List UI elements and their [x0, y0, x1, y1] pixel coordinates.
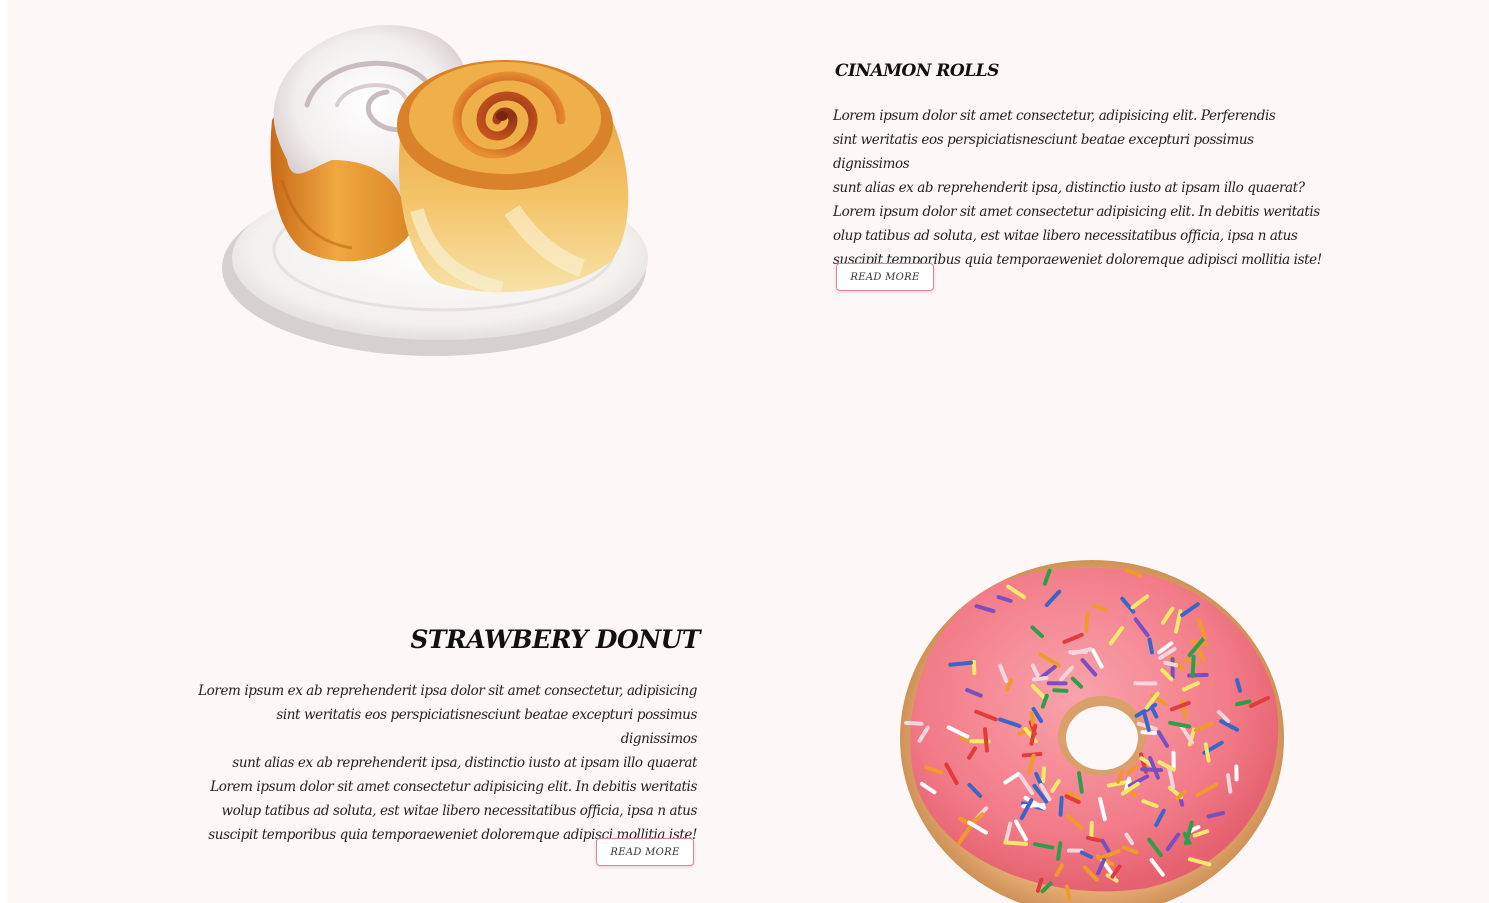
sprinkle — [1041, 766, 1046, 784]
sprinkle — [1056, 841, 1063, 861]
strawberry-donut-title: STRAWBERY DONUT — [410, 625, 700, 654]
sprinkle — [1084, 611, 1090, 633]
description-line: sunt alias ex ab reprehenderit ipsa, dis… — [232, 755, 697, 771]
sprinkle — [1029, 710, 1036, 727]
description-line: sint weritatis eos perspiciatisnesciunt … — [276, 707, 697, 747]
cinnamon-rolls-read-more-button[interactable]: READ MORE — [836, 263, 934, 291]
sprinkle — [1147, 637, 1154, 655]
strawberry-donut-image — [900, 560, 1284, 903]
sprinkle — [1163, 660, 1179, 668]
sprinkle — [1064, 884, 1072, 901]
description-line: Lorem ipsum dolor sit amet consectetur a… — [210, 779, 697, 795]
description-line: Lorem ipsum dolor sit amet consectetur, … — [833, 108, 1276, 124]
description-line: Lorem ipsum dolor sit amet consectetur a… — [833, 204, 1320, 220]
sprinkle — [983, 727, 989, 753]
sprinkle — [948, 660, 973, 667]
description-line: sint weritatis eos perspiciatisnesciunt … — [833, 132, 1254, 172]
description-line: sunt alias ex ab reprehenderit ipsa, dis… — [833, 180, 1305, 196]
sprinkle — [1190, 654, 1196, 679]
cinnamon-rolls-image — [222, 25, 648, 356]
sprinkle — [1226, 773, 1233, 794]
sprinkle — [1077, 771, 1084, 794]
sprinkle — [1085, 835, 1102, 843]
page-container: CINAMON ROLLS Lorem ipsum dolor sit amet… — [7, 0, 1489, 903]
sprinkle — [1031, 676, 1049, 682]
sprinkle — [1003, 840, 1028, 846]
sprinkle — [1235, 699, 1252, 707]
cinnamon-rolls-title: CINAMON ROLLS — [835, 61, 999, 81]
sprinkle — [1058, 795, 1064, 817]
cinnamon-rolls-description: Lorem ipsum dolor sit amet consectetur, … — [833, 104, 1333, 272]
sprinkle — [1068, 649, 1088, 655]
description-line: Lorem ipsum ex ab reprehenderit ipsa dol… — [198, 683, 697, 699]
description-line: olup tatibus ad soluta, est witae libero… — [833, 228, 1298, 244]
sprinkle — [904, 720, 924, 726]
strawberry-donut-read-more-button[interactable]: READ MORE — [596, 838, 694, 866]
description-line: wolup tatibus ad soluta, est witae liber… — [221, 803, 697, 819]
sprinkle — [1140, 730, 1158, 735]
strawberry-donut-description: Lorem ipsum ex ab reprehenderit ipsa dol… — [197, 679, 697, 847]
sprinkle — [1140, 767, 1163, 773]
sprinkle — [1052, 688, 1069, 693]
